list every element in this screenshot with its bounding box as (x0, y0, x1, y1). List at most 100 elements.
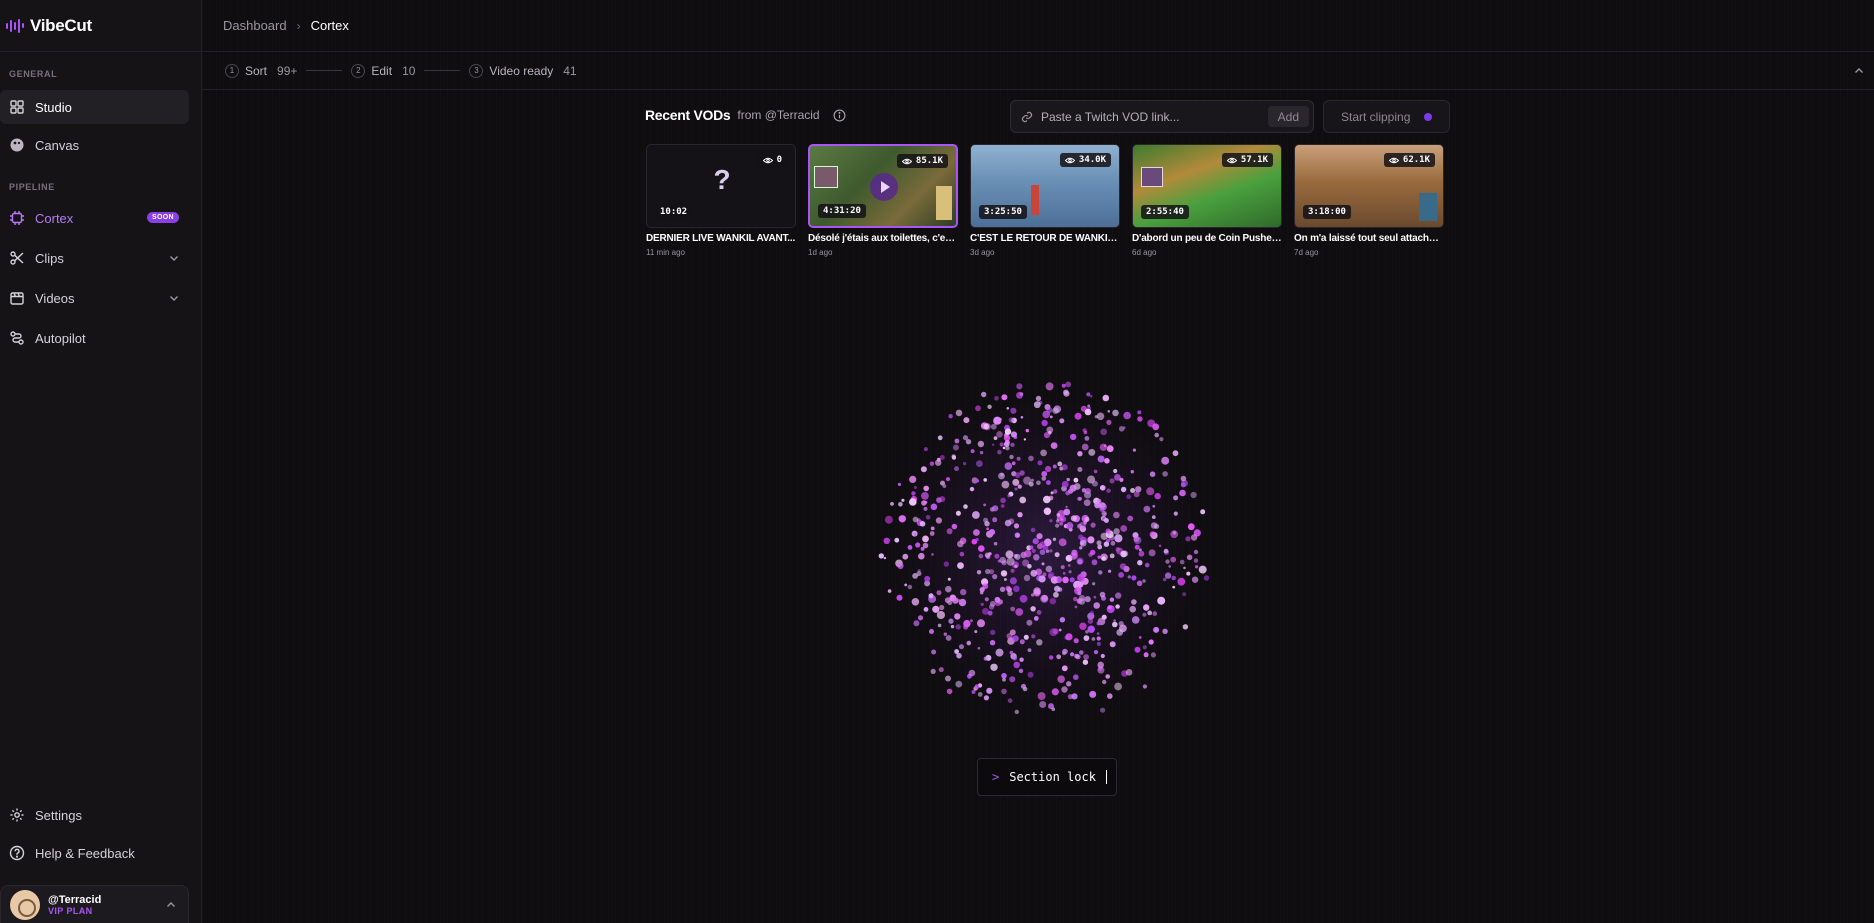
particle (1019, 392, 1024, 396)
particle (1019, 496, 1027, 504)
vod-card[interactable]: 34.0K 3:25:50 C'EST LE RETOUR DE WANKIL … (970, 144, 1120, 257)
particle (945, 675, 951, 682)
particle (1110, 540, 1116, 546)
particle (992, 574, 998, 580)
chevron-down-icon[interactable] (167, 251, 181, 265)
particle (942, 484, 947, 488)
vod-thumbnail[interactable]: 62.1K 3:18:00 (1294, 144, 1444, 228)
sidebar-item-label: Autopilot (35, 330, 86, 346)
particle (1159, 437, 1164, 442)
particle (1008, 518, 1015, 525)
vod-thumbnail[interactable]: ? 0 10:02 (646, 144, 796, 228)
vod-thumbnail[interactable]: 85.1K 4:31:20 (808, 144, 958, 228)
particle (1062, 576, 1069, 584)
particle (991, 443, 995, 446)
chevron-down-icon[interactable] (167, 291, 181, 305)
vod-link-field[interactable]: Add (1010, 100, 1314, 133)
particle (1143, 652, 1149, 658)
particle (904, 583, 908, 587)
particle (1185, 536, 1191, 542)
particle (1073, 477, 1079, 483)
step-edit[interactable]: 2 Edit 10 (351, 63, 415, 78)
particle (973, 529, 980, 536)
terminal-command-box[interactable]: > Section lock (977, 758, 1117, 796)
particle (1147, 610, 1153, 616)
particle (1043, 507, 1052, 515)
sidebar-item-settings[interactable]: Settings (0, 798, 189, 832)
vod-card[interactable]: 57.1K 2:55:40 D'abord un peu de Coin Pus… (1132, 144, 1282, 257)
particle (1006, 557, 1015, 566)
add-button[interactable]: Add (1267, 106, 1309, 127)
chevron-up-icon[interactable] (164, 898, 178, 912)
vod-card[interactable]: 85.1K 4:31:20 Désolé j'étais aux toilett… (808, 144, 958, 257)
particle (1065, 522, 1074, 530)
sidebar-item-videos[interactable]: Videos (0, 281, 189, 315)
particle (1179, 559, 1185, 565)
particle (1045, 465, 1052, 473)
status-dot (1424, 112, 1433, 121)
particle (1097, 544, 1103, 550)
particle (1063, 542, 1067, 546)
logo[interactable]: VibeCut (0, 0, 201, 52)
play-icon[interactable] (870, 173, 898, 201)
sidebar-item-label: Cortex (35, 210, 74, 226)
particle (1165, 559, 1170, 564)
vod-thumbnail[interactable]: 34.0K 3:25:50 (970, 144, 1120, 228)
particle (1172, 585, 1176, 589)
particle (985, 568, 991, 575)
particle (1087, 618, 1094, 624)
particle (937, 623, 942, 628)
particle (883, 537, 890, 544)
sidebar-item-autopilot[interactable]: Autopilot (0, 321, 189, 355)
particle (1149, 471, 1156, 478)
sidebar-item-clips[interactable]: Clips (0, 241, 189, 275)
sidebar-item-canvas[interactable]: Canvas (0, 128, 189, 162)
sidebar-item-cortex[interactable]: Cortex SOON (0, 201, 189, 235)
particle (976, 570, 982, 575)
breadcrumb-dashboard[interactable]: Dashboard (223, 18, 287, 33)
particle (1089, 610, 1095, 616)
particle (1042, 572, 1047, 577)
vod-card[interactable]: 62.1K 3:18:00 On m'a laissé tout seul at… (1294, 144, 1444, 257)
particle (1087, 536, 1095, 544)
particle (1077, 523, 1083, 529)
vod-thumbnail[interactable]: 57.1K 2:55:40 (1132, 144, 1282, 228)
particle (954, 649, 959, 654)
view-count: 62.1K (1383, 153, 1435, 167)
view-count: 34.0K (1059, 153, 1111, 167)
step-sort[interactable]: 1 Sort 99+ (225, 63, 297, 78)
step-video-ready[interactable]: 3 Video ready 41 (469, 63, 577, 78)
particle (922, 535, 929, 543)
start-clipping-button[interactable]: Start clipping (1323, 100, 1450, 133)
vod-card[interactable]: ? 0 10:02 DERNIER LIVE WANKIL AVANT... 1… (646, 144, 796, 257)
particle (1182, 592, 1187, 597)
particle (1158, 544, 1162, 548)
particle (999, 442, 1004, 447)
particle (1027, 564, 1032, 569)
particle (898, 515, 906, 523)
info-icon[interactable] (833, 109, 846, 122)
particle (1163, 548, 1169, 554)
particle (1058, 628, 1062, 632)
particle (1049, 415, 1053, 419)
eye-icon (1388, 157, 1399, 163)
sidebar-item-studio[interactable]: Studio (0, 90, 189, 124)
particle (1143, 604, 1150, 611)
particle (1014, 709, 1019, 715)
chevron-up-icon[interactable] (1852, 64, 1866, 78)
particle (1076, 598, 1083, 604)
particle (1014, 553, 1021, 560)
particle (923, 485, 929, 492)
sidebar-item-help[interactable]: Help & Feedback (0, 836, 189, 870)
particle (1096, 636, 1101, 641)
particle (970, 619, 973, 623)
grid-icon (9, 99, 25, 115)
particle (1041, 594, 1048, 602)
canvas-icon (9, 137, 25, 153)
user-menu[interactable]: @Terracid VIP PLAN (0, 885, 189, 923)
particle (1107, 605, 1112, 610)
particle (1104, 458, 1110, 464)
vod-link-input[interactable] (1041, 109, 1241, 124)
particle (1076, 573, 1085, 582)
particle (1079, 622, 1087, 630)
